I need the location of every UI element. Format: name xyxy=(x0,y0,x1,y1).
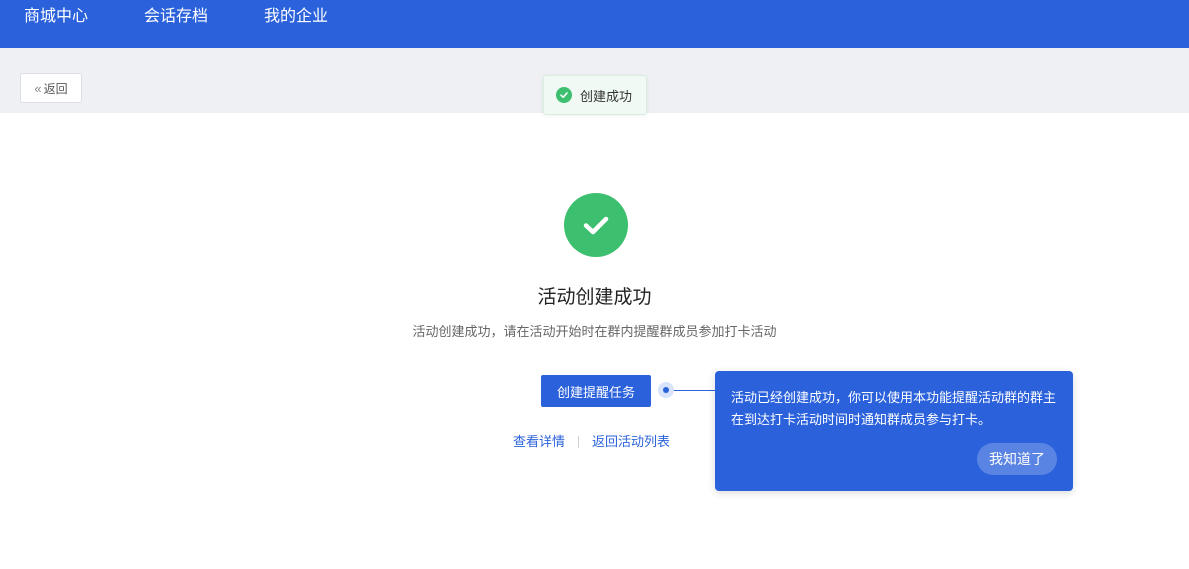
result-links: 查看详情 返回活动列表 xyxy=(513,433,670,451)
view-details-link[interactable]: 查看详情 xyxy=(513,433,565,451)
success-check-icon xyxy=(564,193,628,257)
back-to-activity-list-link[interactable]: 返回活动列表 xyxy=(592,433,670,451)
got-it-button[interactable]: 我知道了 xyxy=(977,443,1057,475)
nav-item-session-archive[interactable]: 会话存档 xyxy=(144,6,208,28)
back-button[interactable]: « 返回 xyxy=(20,73,82,103)
create-reminder-task-button[interactable]: 创建提醒任务 xyxy=(541,375,651,407)
result-subtitle: 活动创建成功，请在活动开始时在群内提醒群成员参加打卡活动 xyxy=(412,324,777,339)
success-toast: 创建成功 xyxy=(543,75,647,115)
guide-anchor-dot xyxy=(658,382,674,398)
nav-item-my-enterprise[interactable]: 我的企业 xyxy=(264,6,328,28)
toast-message: 创建成功 xyxy=(580,88,633,104)
guide-connector-line xyxy=(674,390,715,391)
success-check-icon xyxy=(556,87,572,103)
result-title: 活动创建成功 xyxy=(537,287,652,308)
guide-popover: 活动已经创建成功，你可以使用本功能提醒活动群的群主在到达打卡活动时间时通知群成员… xyxy=(715,371,1073,491)
back-button-label: 返回 xyxy=(43,81,68,96)
top-navigation-bar: 商城中心 会话存档 我的企业 xyxy=(0,0,1189,48)
double-chevron-left-icon: « xyxy=(34,80,42,96)
nav-item-mall-center[interactable]: 商城中心 xyxy=(24,6,88,28)
link-divider xyxy=(578,436,580,448)
guide-text: 活动已经创建成功，你可以使用本功能提醒活动群的群主在到达打卡活动时间时通知群成员… xyxy=(731,390,1057,427)
